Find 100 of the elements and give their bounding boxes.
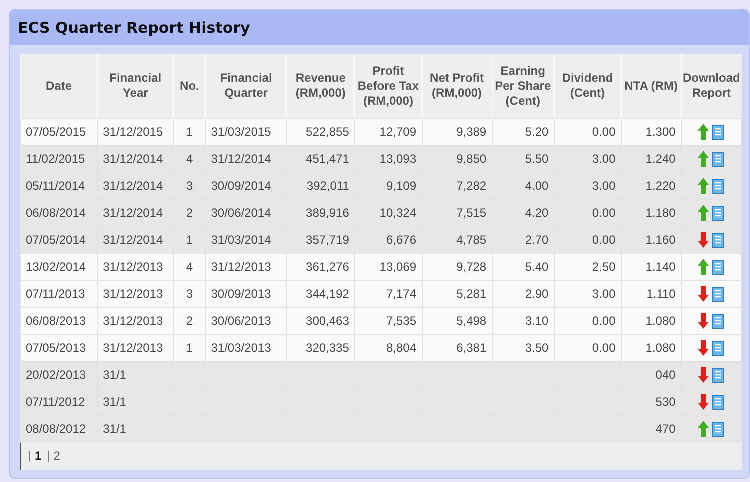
column-header: Revenue (RM,000) bbox=[286, 54, 355, 118]
table-cell: 3.00 bbox=[592, 152, 616, 166]
table-cell: 9,850 bbox=[456, 152, 487, 166]
table-cell: 13,093 bbox=[380, 152, 416, 166]
document-icon[interactable] bbox=[712, 368, 724, 382]
table-cell: 2 bbox=[186, 206, 194, 220]
table-cell: 300,463 bbox=[306, 314, 350, 328]
table-cell: 10,324 bbox=[380, 206, 416, 220]
table-cell: 31/12/2014 bbox=[211, 152, 272, 166]
table-cell: 1.080 bbox=[646, 341, 676, 355]
table-cell: 451,471 bbox=[306, 152, 350, 166]
table-cell: 4,785 bbox=[456, 233, 487, 247]
column-header: Date bbox=[20, 54, 98, 118]
table-cell: 3.00 bbox=[592, 179, 616, 193]
table-cell: 2.90 bbox=[525, 287, 549, 301]
table-cell: 07/05/2013 bbox=[26, 341, 86, 355]
document-icon[interactable] bbox=[712, 232, 724, 248]
table-cell: 13,069 bbox=[380, 260, 416, 274]
table-cell: 8,804 bbox=[386, 341, 416, 355]
document-icon[interactable] bbox=[712, 286, 724, 302]
column-header: Earning Per Share (Cent) bbox=[492, 54, 554, 118]
table-cell: 31/12/2013 bbox=[103, 314, 164, 328]
table-cell: 6,676 bbox=[386, 233, 416, 247]
table-cell: 7,515 bbox=[456, 206, 487, 220]
table-cell: 5.50 bbox=[525, 152, 549, 166]
table-cell: 31/12/2014 bbox=[103, 233, 164, 247]
document-icon[interactable] bbox=[712, 314, 724, 328]
table-cell: 07/11/2012 bbox=[26, 395, 86, 409]
table-cell: 040 bbox=[656, 368, 676, 382]
table-cell: 31/03/2013 bbox=[211, 341, 272, 355]
table-cell: 1.220 bbox=[646, 179, 676, 193]
table-cell: 4 bbox=[186, 152, 194, 166]
table-cell: 06/08/2014 bbox=[26, 206, 86, 220]
table-cell: 7,535 bbox=[386, 314, 416, 328]
table-cell: 392,011 bbox=[306, 179, 350, 193]
table-cell: 9,109 bbox=[386, 179, 416, 193]
table-cell: 1.180 bbox=[646, 206, 676, 220]
column-header: Financial Quarter bbox=[206, 54, 287, 118]
table-cell: 0.00 bbox=[592, 314, 616, 328]
table-cell: 3 bbox=[186, 179, 194, 193]
table-cell: 31/12/2013 bbox=[103, 341, 164, 355]
table-cell: 7,174 bbox=[386, 287, 416, 301]
table-cell: 357,719 bbox=[306, 233, 350, 247]
table-cell: 31/1 bbox=[103, 368, 126, 382]
page-link[interactable]: 2 bbox=[48, 451, 60, 462]
table-cell: 1.160 bbox=[646, 233, 676, 247]
table-cell: 11/02/2015 bbox=[26, 152, 86, 166]
table-cell: 1 bbox=[186, 341, 194, 355]
table-cell: 06/08/2013 bbox=[26, 314, 86, 328]
column-header: Dividend (Cent) bbox=[554, 54, 622, 118]
table-cell: 530 bbox=[656, 395, 676, 409]
table-cell: 13/02/2014 bbox=[26, 260, 86, 274]
table-cell: 08/08/2012 bbox=[26, 422, 86, 436]
table-cell: 320,335 bbox=[306, 341, 350, 355]
document-icon[interactable] bbox=[712, 124, 724, 140]
document-icon[interactable] bbox=[712, 206, 724, 220]
table-cell: 522,855 bbox=[306, 125, 350, 139]
table-cell: 5.40 bbox=[525, 260, 549, 274]
table-cell: 9,728 bbox=[456, 260, 487, 274]
table-cell: 31/12/2013 bbox=[103, 287, 164, 301]
table-cell: 05/11/2014 bbox=[26, 179, 86, 193]
table-cell: 344,192 bbox=[306, 287, 350, 301]
table-cell: 5.20 bbox=[525, 125, 549, 139]
column-header: NTA (RM) bbox=[621, 54, 682, 118]
document-icon[interactable] bbox=[712, 178, 724, 194]
table-cell: 5,281 bbox=[456, 287, 487, 301]
table-cell: 3.50 bbox=[525, 341, 549, 355]
table-cell: 4 bbox=[186, 260, 194, 274]
table-cell: 31/12/2014 bbox=[103, 152, 164, 166]
table-cell: 1.140 bbox=[646, 260, 676, 274]
table-cell: 07/05/2014 bbox=[26, 233, 86, 247]
table-cell: 31/12/2015 bbox=[103, 125, 164, 139]
table-cell: 5,498 bbox=[456, 314, 487, 328]
table-cell: 3.00 bbox=[592, 287, 616, 301]
table-cell: 30/09/2013 bbox=[211, 287, 272, 301]
table-cell: 31/03/2014 bbox=[211, 233, 272, 247]
document-icon[interactable] bbox=[712, 340, 724, 356]
table-cell: 31/03/2015 bbox=[211, 125, 272, 139]
page-link[interactable]: 1 bbox=[29, 451, 42, 462]
panel-title: ECS Quarter Report History bbox=[10, 10, 749, 45]
document-icon[interactable] bbox=[712, 260, 724, 274]
document-icon[interactable] bbox=[712, 422, 724, 436]
document-icon[interactable] bbox=[712, 394, 724, 410]
column-header: Download Report bbox=[681, 54, 742, 118]
table-cell: 2.70 bbox=[525, 233, 549, 247]
table-cell: 1.110 bbox=[646, 287, 676, 301]
table-cell: 30/06/2013 bbox=[211, 314, 272, 328]
table-cell: 3 bbox=[186, 287, 194, 301]
table-cell: 1.080 bbox=[646, 314, 676, 328]
table-cell: 2 bbox=[186, 314, 194, 328]
table-cell: 1.240 bbox=[646, 152, 676, 166]
table-cell: 4.20 bbox=[525, 206, 549, 220]
table-cell: 30/09/2014 bbox=[211, 179, 272, 193]
table-cell: 1 bbox=[186, 125, 194, 139]
table-cell: 31/12/2013 bbox=[211, 260, 272, 274]
column-header: Financial Year bbox=[98, 54, 174, 118]
table-cell: 0.00 bbox=[592, 125, 616, 139]
table-cell: 30/06/2014 bbox=[211, 206, 272, 220]
table-cell: 31/12/2014 bbox=[103, 206, 164, 220]
document-icon[interactable] bbox=[712, 152, 724, 166]
